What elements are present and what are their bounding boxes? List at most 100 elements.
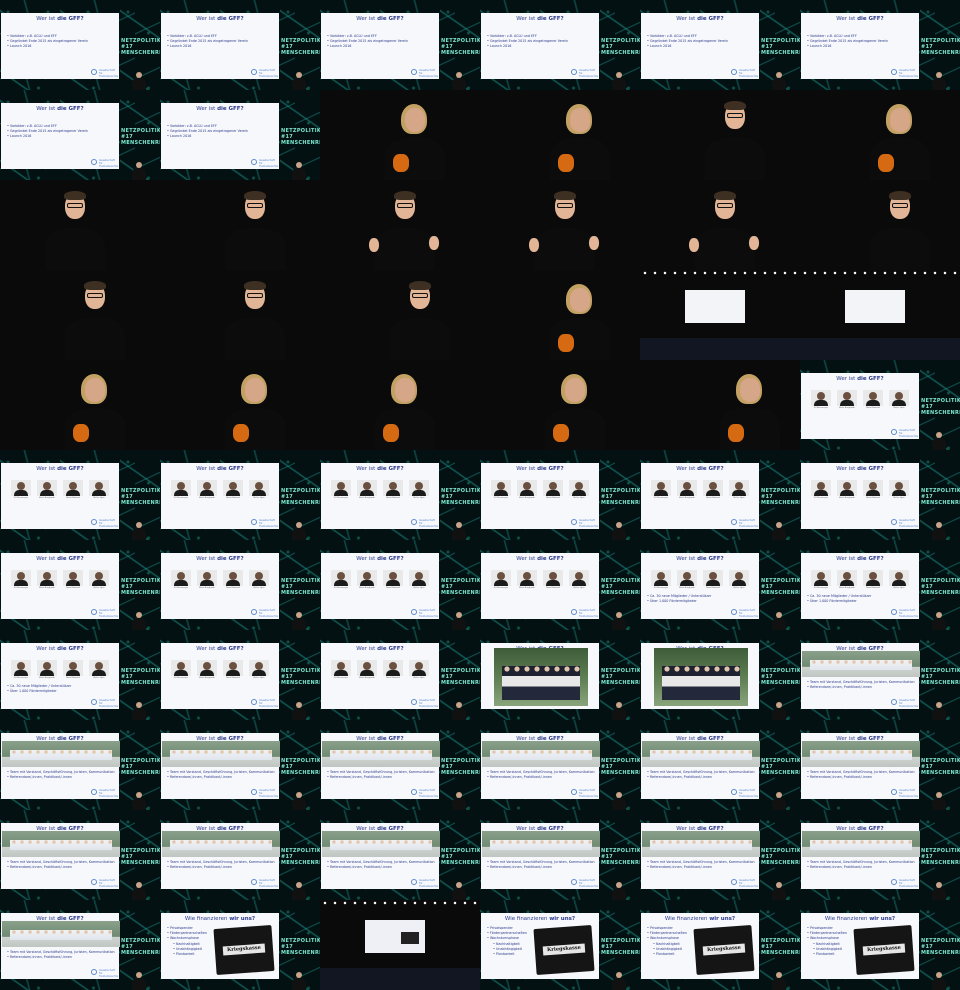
video-thumbnail[interactable] (160, 180, 320, 270)
slide-title-bold: die GFF? (857, 16, 884, 22)
video-thumbnail[interactable] (480, 90, 640, 180)
slide-bullets: Vorbilder: z.B. ACLU und EFFGegründet En… (487, 34, 568, 49)
video-thumbnail[interactable]: Wer ist die GFF?Team mit Vorstand, Gesch… (640, 720, 800, 810)
slide-bullet: Referendare/-innen, Praktikant/-innen (807, 685, 915, 690)
stage-floor (320, 968, 480, 990)
video-thumbnail[interactable]: Wer ist die GFF? Vorbilder: z.B. ACLU und… (640, 0, 800, 90)
video-thumbnail[interactable] (640, 90, 800, 180)
video-thumbnail[interactable]: Wie finanzieren wir uns? PrivatspenderFör… (800, 900, 960, 990)
video-thumbnail[interactable] (320, 270, 480, 360)
gff-logo-icon (731, 609, 737, 615)
slide-title: Wie finanzieren wir uns? (824, 916, 896, 922)
video-thumbnail[interactable]: Wie finanzieren wir uns? PrivatspenderFör… (640, 900, 800, 990)
founder-name: Boris Burghardt (359, 497, 375, 499)
video-thumbnail[interactable]: Wer ist die GFF? Vorbilder: z.B. ACLU und… (480, 0, 640, 90)
video-thumbnail[interactable]: Wer ist die GFF? Ulf Buermeyer Boris Burgh… (800, 450, 960, 540)
video-thumbnail[interactable]: Wer ist die GFF? Ulf Buermeyer Boris Burgh… (640, 450, 800, 540)
video-thumbnail[interactable] (640, 180, 800, 270)
video-thumbnail[interactable] (800, 90, 960, 180)
video-thumbnail[interactable] (320, 360, 480, 450)
video-thumbnail[interactable]: Wer ist die GFF? Ulf Buermeyer Boris Burgh… (480, 540, 640, 630)
video-thumbnail[interactable]: Wer ist die GFF? Ulf Buermeyer Boris Burgh… (0, 450, 160, 540)
founder-portraits: Ulf Buermeyer Boris Burghardt Nora Markard… (327, 480, 433, 500)
speaker-inset (770, 610, 788, 630)
video-thumbnail[interactable]: Wer ist die GFF?NETZPOLITIK#17MENSCHENRE… (640, 630, 800, 720)
video-thumbnail[interactable]: Wer ist die GFF? Ulf Buermeyer Boris Burgh… (0, 540, 160, 630)
gff-logo: Gesellschaft für Freiheitsrechte (411, 608, 439, 618)
founder-photo (651, 570, 671, 586)
slide-bullets: PrivatspenderFörderpartnerschaftenWachst… (487, 926, 527, 941)
slide-title-bold: wir uns? (549, 916, 576, 922)
video-thumbnail[interactable]: Wer ist die GFF?Team mit Vorstand, Gesch… (0, 900, 160, 990)
video-thumbnail[interactable]: Wer ist die GFF?Team mit Vorstand, Gesch… (800, 810, 960, 900)
video-thumbnail[interactable]: Wer ist die GFF? Vorbilder: z.B. ACLU und… (160, 90, 320, 180)
founder-photo (409, 660, 429, 676)
conference-logo-line: MENSCHENRECHTE (921, 860, 960, 866)
video-thumbnail[interactable] (0, 270, 160, 360)
video-thumbnail[interactable]: Wer ist die GFF?Team mit Vorstand, Gesch… (0, 720, 160, 810)
video-thumbnail[interactable]: Wer ist die GFF? Ulf Buermeyer Boris Burgh… (160, 630, 320, 720)
video-thumbnail[interactable]: Wer ist die GFF? Ulf Buermeyer Boris Burgh… (800, 540, 960, 630)
video-thumbnail[interactable]: Wer ist die GFF?Team mit Vorstand, Gesch… (480, 720, 640, 810)
video-thumbnail[interactable]: Wer ist die GFF? Ulf Buermeyer Boris Burgh… (320, 630, 480, 720)
founder-photo (331, 480, 351, 496)
video-thumbnail[interactable]: Wer ist die GFF?Team mit Vorstand, Gesch… (0, 810, 160, 900)
video-thumbnail[interactable]: Wer ist die GFF? Ulf Buermeyer Boris Burgh… (320, 450, 480, 540)
slide-bullet: Referendare/-innen, Praktikant/-innen (327, 865, 435, 870)
video-thumbnail[interactable] (160, 270, 320, 360)
video-thumbnail[interactable]: Wer ist die GFF?Team mit Vorstand, Gesch… (640, 810, 800, 900)
gff-logo: Gesellschaft für Freiheitsrechte (731, 518, 758, 528)
video-thumbnail[interactable] (800, 180, 960, 270)
video-thumbnail[interactable]: Wer ist die GFF? Vorbilder: z.B. ACLU und… (160, 0, 320, 90)
video-thumbnail[interactable] (320, 180, 480, 270)
video-thumbnail[interactable]: Wer ist die GFF?Team mit Vorstand, Gesch… (800, 630, 960, 720)
video-thumbnail[interactable]: Wer ist die GFF? Vorbilder: z.B. ACLU und… (0, 0, 160, 90)
gff-logo-text: Gesellschaft für Freiheitsrechte (419, 609, 439, 618)
video-thumbnail[interactable]: Wer ist die GFF? Ulf Buermeyer Boris Burgh… (480, 450, 640, 540)
founder-photo (171, 660, 191, 676)
video-thumbnail[interactable] (480, 270, 640, 360)
video-thumbnail[interactable] (0, 360, 160, 450)
gff-logo-icon (411, 519, 417, 525)
video-thumbnail[interactable]: Wer ist die GFF? Ulf Buermeyer Boris Burgh… (640, 540, 800, 630)
video-thumbnail[interactable] (640, 360, 800, 450)
video-thumbnail[interactable]: Wer ist die GFF?Team mit Vorstand, Gesch… (320, 810, 480, 900)
founder-name: Malte Spitz (93, 677, 105, 679)
video-thumbnail[interactable]: Wer ist die GFF? Vorbilder: z.B. ACLU und… (320, 0, 480, 90)
video-thumbnail[interactable] (320, 90, 480, 180)
video-thumbnail[interactable]: Wer ist die GFF? Vorbilder: z.B. ACLU und… (0, 90, 160, 180)
video-thumbnail[interactable] (640, 270, 800, 360)
video-thumbnail[interactable] (800, 270, 960, 360)
video-thumbnail[interactable] (160, 360, 320, 450)
video-thumbnail[interactable]: Wer ist die GFF?Team mit Vorstand, Gesch… (800, 720, 960, 810)
video-thumbnail[interactable]: Wer ist die GFF?Team mit Vorstand, Gesch… (480, 810, 640, 900)
presentation-slide: Wer ist die GFF? Ulf Buermeyer Boris Burgh… (641, 553, 759, 619)
video-thumbnail[interactable]: Wie finanzieren wir uns? PrivatspenderFör… (480, 900, 640, 990)
gff-logo: Gesellschaft für Freiheitsrechte (571, 518, 598, 528)
video-thumbnail[interactable]: Wer ist die GFF?Team mit Vorstand, Gesch… (160, 810, 320, 900)
gff-logo-text: Gesellschaft für Freiheitsrechte (739, 879, 759, 888)
video-thumbnail[interactable]: Wer ist die GFF? Ulf Buermeyer Boris Burgh… (800, 360, 960, 450)
video-thumbnail[interactable]: Wer ist die GFF? Ulf Buermeyer Boris Burgh… (320, 540, 480, 630)
video-thumbnail[interactable]: Wer ist die GFF? Ulf Buermeyer Boris Burgh… (160, 540, 320, 630)
video-thumbnail[interactable]: Wer ist die GFF? Ulf Buermeyer Boris Burgh… (0, 630, 160, 720)
speaker-body (65, 318, 125, 360)
presentation-slide: Wer ist die GFF? Ulf Buermeyer Boris Burgh… (801, 373, 919, 439)
video-thumbnail[interactable]: Wer ist die GFF?Team mit Vorstand, Gesch… (320, 720, 480, 810)
slide-bullet: Wachstumsphase (647, 936, 687, 941)
video-thumbnail[interactable] (480, 180, 640, 270)
video-thumbnail[interactable] (480, 360, 640, 450)
projection-screen (685, 290, 745, 323)
video-thumbnail[interactable]: Wer ist die GFF? Ulf Buermeyer Boris Burgh… (160, 450, 320, 540)
video-thumbnail[interactable]: Wer ist die GFF?Team mit Vorstand, Gesch… (160, 720, 320, 810)
video-thumbnail[interactable]: Wie finanzieren wir uns? PrivatspenderFör… (160, 900, 320, 990)
conference-logo: NETZPOLITIK#17MENSCHENRECHTE (281, 488, 320, 506)
gff-logo: Gesellschaft für Freiheitsrechte (251, 158, 278, 168)
conference-logo: NETZPOLITIK#17MENSCHENRECHTE (281, 578, 320, 596)
video-thumbnail[interactable] (320, 900, 480, 990)
slide-bullet: Referendare/-innen, Praktikant/-innen (327, 775, 435, 780)
video-thumbnail[interactable]: Wer ist die GFF? Vorbilder: z.B. ACLU und… (800, 0, 960, 90)
conference-logo-line: MENSCHENRECHTE (601, 680, 640, 686)
video-thumbnail[interactable]: Wer ist die GFF?NETZPOLITIK#17MENSCHENRE… (480, 630, 640, 720)
video-thumbnail[interactable] (0, 180, 160, 270)
